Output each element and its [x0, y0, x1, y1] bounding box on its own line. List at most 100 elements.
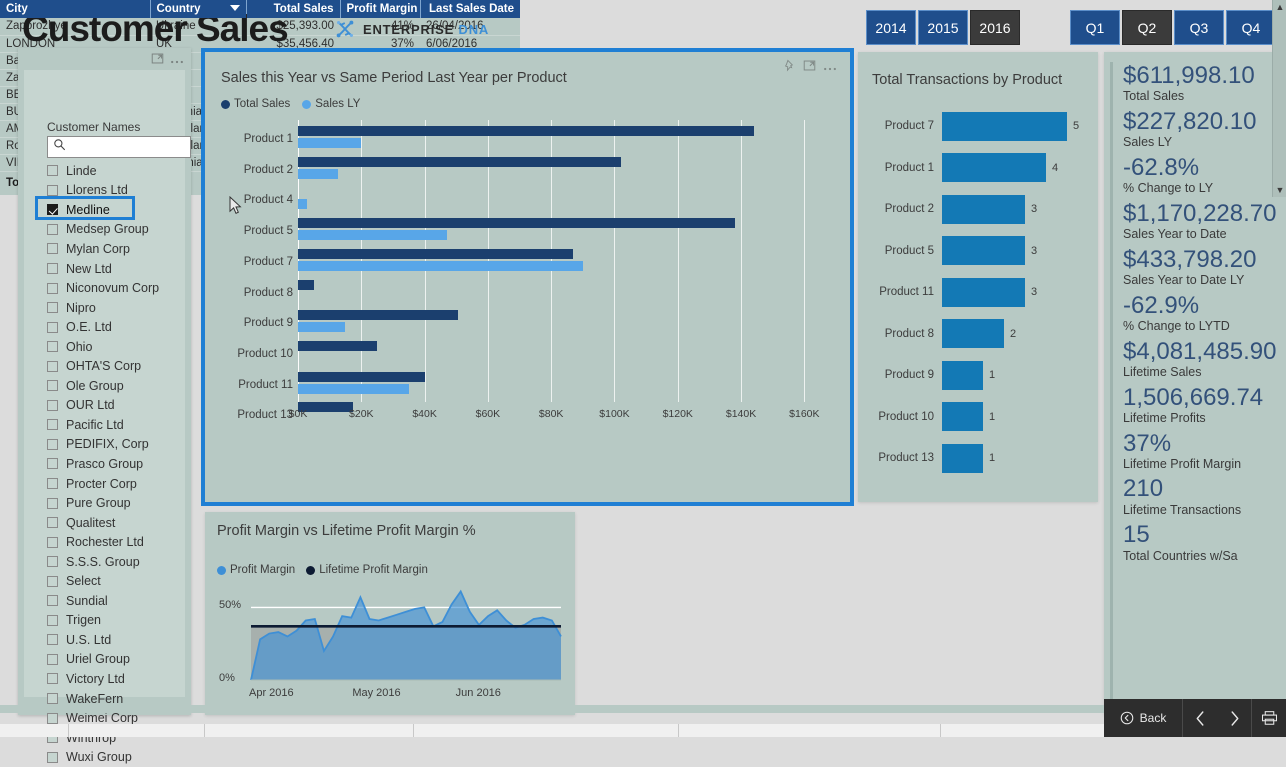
- legend-item[interactable]: Lifetime Profit Margin: [306, 564, 428, 576]
- checkbox[interactable]: [47, 653, 58, 665]
- checkbox[interactable]: [47, 263, 58, 274]
- transaction-bar-row[interactable]: Product 11 3: [872, 276, 1084, 308]
- focus-mode-icon[interactable]: [803, 59, 816, 77]
- transaction-bar[interactable]: [942, 443, 983, 473]
- customer-item[interactable]: Trigen: [47, 611, 197, 631]
- checkbox[interactable]: [47, 204, 58, 216]
- customer-item[interactable]: WakeFern: [47, 689, 197, 709]
- transaction-bar[interactable]: [942, 194, 1025, 224]
- table-column-header[interactable]: City: [0, 0, 151, 18]
- customer-item[interactable]: Medline: [47, 200, 197, 220]
- customer-item[interactable]: Ohio: [47, 337, 197, 357]
- transaction-bar-row[interactable]: Product 8 2: [872, 318, 1084, 350]
- transaction-bar[interactable]: [942, 277, 1025, 307]
- bar-total-sales[interactable]: [298, 371, 425, 382]
- customer-item[interactable]: OUR Ltd: [47, 396, 197, 416]
- customer-item[interactable]: Victory Ltd: [47, 669, 197, 689]
- bar-sales-ly[interactable]: [298, 199, 308, 210]
- transaction-bar[interactable]: [942, 319, 1004, 348]
- transaction-bar-row[interactable]: Product 10 1: [872, 401, 1084, 433]
- customer-item[interactable]: Select: [47, 571, 197, 591]
- transaction-bar[interactable]: [942, 236, 1025, 265]
- checkbox[interactable]: [47, 634, 58, 646]
- back-button[interactable]: Back: [1104, 699, 1183, 737]
- customer-item[interactable]: Medsep Group: [47, 220, 197, 240]
- more-options-icon[interactable]: [823, 59, 837, 77]
- focus-mode-icon[interactable]: [151, 52, 164, 70]
- transaction-bar[interactable]: [942, 402, 983, 431]
- checkbox[interactable]: [47, 360, 58, 372]
- customer-search-box[interactable]: [47, 136, 191, 158]
- checkbox[interactable]: [47, 556, 58, 568]
- more-options-icon[interactable]: [170, 52, 184, 70]
- bar-total-sales[interactable]: [298, 340, 378, 351]
- checkbox[interactable]: [47, 165, 58, 177]
- checkbox[interactable]: [47, 380, 58, 392]
- transaction-bar-row[interactable]: Product 1 4: [872, 152, 1084, 184]
- customer-item[interactable]: Nipro: [47, 298, 197, 318]
- customer-item[interactable]: Linde: [47, 161, 197, 181]
- legend-item[interactable]: Total Sales: [221, 98, 290, 110]
- bar-total-sales[interactable]: [298, 218, 735, 229]
- bar-sales-ly[interactable]: [298, 322, 346, 333]
- table-column-header[interactable]: Profit Margin: [340, 0, 421, 18]
- transaction-bar-row[interactable]: Product 9 1: [872, 359, 1084, 391]
- checkbox[interactable]: [47, 321, 58, 333]
- customer-item[interactable]: S.S.S. Group: [47, 552, 197, 572]
- table-column-header[interactable]: Country: [150, 0, 247, 18]
- customer-item[interactable]: Wuxi Group: [47, 747, 197, 767]
- checkbox[interactable]: [47, 302, 58, 314]
- chevron-down-icon[interactable]: ▼: [1273, 183, 1286, 197]
- bar-total-sales[interactable]: [298, 126, 754, 136]
- customer-search-input[interactable]: [70, 137, 190, 157]
- checkbox[interactable]: [47, 536, 58, 548]
- bar-total-sales[interactable]: [298, 310, 458, 321]
- checkbox[interactable]: [47, 712, 58, 724]
- transaction-bar[interactable]: [942, 360, 983, 390]
- checkbox[interactable]: [47, 575, 58, 587]
- checkbox[interactable]: [47, 184, 58, 196]
- legend-item[interactable]: Profit Margin: [217, 564, 295, 576]
- pin-icon[interactable]: [783, 59, 796, 77]
- checkbox[interactable]: [47, 673, 58, 685]
- checkbox[interactable]: [47, 517, 58, 529]
- checkbox[interactable]: [47, 438, 58, 450]
- checkbox[interactable]: [47, 223, 58, 235]
- checkbox[interactable]: [47, 458, 58, 470]
- year-option-2016[interactable]: 2016: [970, 10, 1020, 45]
- bar-sales-ly[interactable]: [298, 260, 583, 271]
- customer-item[interactable]: O.E. Ltd: [47, 317, 197, 337]
- bar-sales-ly[interactable]: [298, 168, 338, 179]
- customer-item[interactable]: Niconovum Corp: [47, 278, 197, 298]
- table-scrollbar[interactable]: ▲ ▼: [1272, 0, 1286, 197]
- checkbox[interactable]: [47, 243, 58, 255]
- quarter-option-q4[interactable]: Q4: [1226, 10, 1276, 45]
- customer-item[interactable]: U.S. Ltd: [47, 630, 197, 650]
- quarter-option-q1[interactable]: Q1: [1070, 10, 1120, 45]
- checkbox[interactable]: [47, 419, 58, 431]
- transaction-bar[interactable]: [942, 153, 1046, 182]
- customer-item[interactable]: Qualitest: [47, 513, 197, 533]
- transaction-bar-row[interactable]: Product 13 1: [872, 442, 1084, 474]
- legend-item[interactable]: Sales LY: [302, 98, 360, 110]
- customer-item[interactable]: New Ltd: [47, 259, 197, 279]
- year-option-2015[interactable]: 2015: [918, 10, 968, 45]
- bar-total-sales[interactable]: [298, 156, 621, 167]
- bar-sales-ly[interactable]: [298, 230, 447, 241]
- next-page-button[interactable]: [1217, 699, 1252, 737]
- customer-item[interactable]: PEDIFIX, Corp: [47, 435, 197, 455]
- bar-total-sales[interactable]: [298, 279, 314, 290]
- checkbox[interactable]: [47, 751, 58, 763]
- checkbox[interactable]: [47, 693, 58, 705]
- customer-item[interactable]: Pacific Ltd: [47, 415, 197, 435]
- checkbox[interactable]: [47, 595, 58, 607]
- checkbox[interactable]: [47, 497, 58, 509]
- transaction-bar-row[interactable]: Product 5 3: [872, 235, 1084, 267]
- checkbox[interactable]: [47, 614, 58, 626]
- print-button[interactable]: [1252, 699, 1286, 737]
- table-column-header[interactable]: Total Sales: [246, 0, 341, 18]
- checkbox[interactable]: [47, 282, 58, 294]
- bar-sales-ly[interactable]: [298, 383, 409, 394]
- transaction-bar-row[interactable]: Product 7 5: [872, 110, 1084, 142]
- quarter-option-q3[interactable]: Q3: [1174, 10, 1224, 45]
